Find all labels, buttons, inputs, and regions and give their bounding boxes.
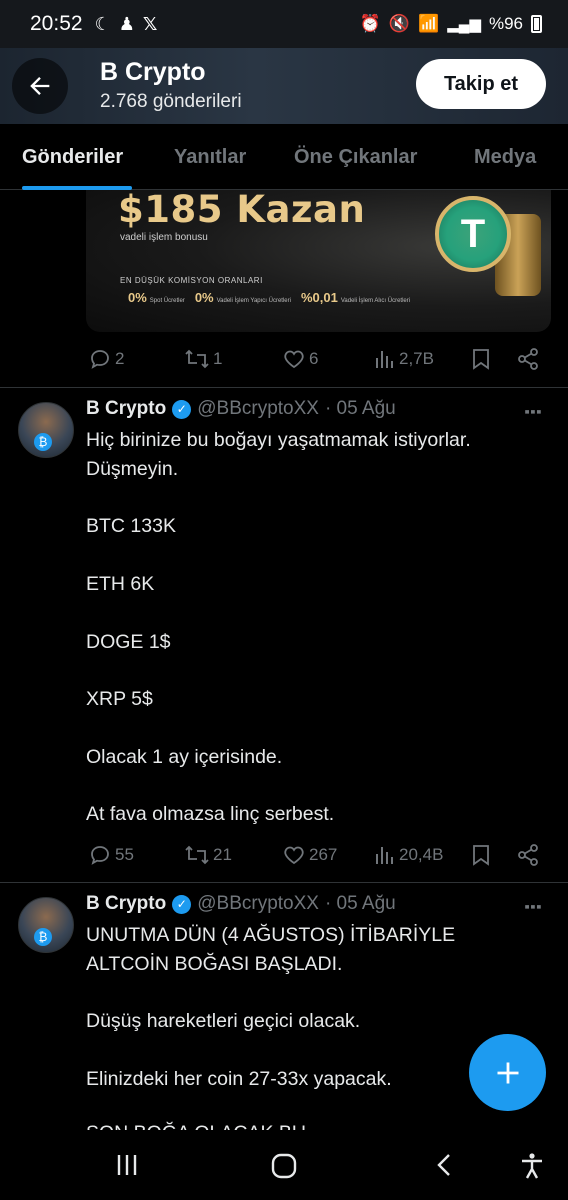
notification-icon: ♟	[118, 13, 135, 34]
alarm-icon: ⏰	[359, 14, 381, 33]
post-actions: 2 1 6 2,7B	[86, 344, 546, 374]
author-handle[interactable]: @BBcryptoXX	[197, 398, 319, 420]
android-nav-bar	[0, 1130, 568, 1200]
battery-icon	[531, 15, 542, 33]
status-time: 20:52	[30, 12, 83, 35]
recent-apps-icon	[117, 1155, 137, 1175]
repost-icon	[185, 845, 209, 865]
repost-button[interactable]: 21	[184, 843, 232, 867]
tweet[interactable]: B Crypto ✓ @BBcryptoXX · 05 Ağu ⋮ Hiç bi…	[0, 388, 568, 882]
recent-apps-button[interactable]	[114, 1152, 140, 1178]
reply-icon	[91, 846, 109, 865]
reply-button[interactable]: 55	[88, 843, 134, 867]
author-name[interactable]: B Crypto	[86, 398, 166, 420]
mute-icon: 🔇	[388, 14, 411, 33]
signal-icon: ▂▄▆	[447, 16, 481, 33]
battery-percent: %96	[488, 14, 523, 33]
profile-tabs: Gönderiler Yanıtlar Öne Çıkanlar Medya	[0, 124, 568, 190]
views-button[interactable]: 20,4B	[374, 844, 443, 866]
reply-button[interactable]: 2	[88, 347, 124, 371]
banner-stats: 0% Spot Ücretler 0% Vadeli İşlem Yapıcı Üc…	[128, 290, 411, 305]
wifi-icon: 📶	[418, 14, 440, 33]
banner-subtitle: vadeli işlem bonusu	[120, 232, 208, 243]
tab-highlights[interactable]: Öne Çıkanlar	[294, 146, 417, 169]
author-handle[interactable]: @BBcryptoXX	[197, 893, 319, 915]
follow-button[interactable]: Takip et	[416, 59, 546, 109]
share-button[interactable]	[516, 843, 540, 867]
arrow-left-icon	[30, 77, 50, 95]
banner-small-title: EN DÜŞÜK KOMİSYON ORANLARI	[120, 276, 263, 285]
home-button[interactable]	[270, 1152, 298, 1180]
profile-name: B Crypto	[100, 58, 206, 86]
tweet-date: · 05 Ağu	[324, 893, 396, 914]
posts-count: 2.768 gönderileri	[100, 91, 242, 112]
verified-badge-icon: ✓	[172, 399, 192, 419]
status-bar: 20:52 ☾ ♟ 𝕏 ⏰ 🔇 📶 ▂▄▆ %96	[0, 0, 568, 48]
back-button[interactable]	[12, 58, 68, 114]
chevron-left-icon	[437, 1154, 450, 1176]
accessibility-button[interactable]	[518, 1152, 546, 1180]
repost-icon	[185, 349, 209, 369]
tweet-date: · 05 Ağu	[324, 398, 396, 419]
reply-icon	[91, 350, 109, 369]
plus-icon	[497, 1062, 518, 1083]
bookmark-icon	[473, 845, 489, 866]
verified-badge-icon: ✓	[172, 894, 192, 914]
avatar[interactable]	[18, 897, 74, 953]
accessibility-icon	[522, 1153, 542, 1179]
views-chart-icon	[376, 351, 393, 368]
bookmark-button[interactable]	[470, 843, 492, 867]
tab-posts[interactable]: Gönderiler	[22, 146, 123, 169]
more-options-icon[interactable]: ⋮	[520, 897, 544, 916]
post-actions: 55 21 267 20,4B	[86, 840, 546, 870]
tweet-text: Hiç birinize bu boğayı yaşatmamak istiyo…	[86, 429, 471, 826]
views-chart-icon	[376, 847, 393, 864]
tab-media[interactable]: Medya	[474, 146, 536, 169]
compose-post-button[interactable]	[469, 1034, 546, 1111]
bookmark-button[interactable]	[470, 347, 492, 371]
share-button[interactable]	[516, 347, 540, 371]
views-button[interactable]: 2,7B	[374, 348, 434, 370]
author-name[interactable]: B Crypto	[86, 893, 166, 915]
more-options-icon[interactable]: ⋮	[520, 402, 544, 421]
repost-button[interactable]: 1	[184, 347, 222, 371]
tether-coin-logo: T	[435, 196, 511, 272]
x-logo-icon: 𝕏	[142, 13, 158, 34]
avatar[interactable]	[18, 402, 74, 458]
tab-replies[interactable]: Yanıtlar	[174, 146, 246, 169]
like-button[interactable]: 267	[282, 843, 337, 867]
banner-title: $185 Kazan	[118, 190, 366, 231]
post-media-image[interactable]: $185 Kazan vadeli işlem bonusu EN DÜŞÜK …	[86, 190, 551, 332]
moon-icon: ☾	[94, 13, 111, 34]
profile-header: B Crypto 2.768 gönderileri Takip et	[0, 48, 568, 124]
home-icon	[271, 1153, 297, 1179]
share-icon	[518, 348, 538, 370]
like-button[interactable]: 6	[282, 347, 318, 371]
bookmark-icon	[473, 349, 489, 370]
heart-icon	[284, 350, 304, 369]
heart-icon	[284, 846, 304, 865]
share-icon	[518, 844, 538, 866]
back-nav-button[interactable]	[432, 1152, 456, 1178]
